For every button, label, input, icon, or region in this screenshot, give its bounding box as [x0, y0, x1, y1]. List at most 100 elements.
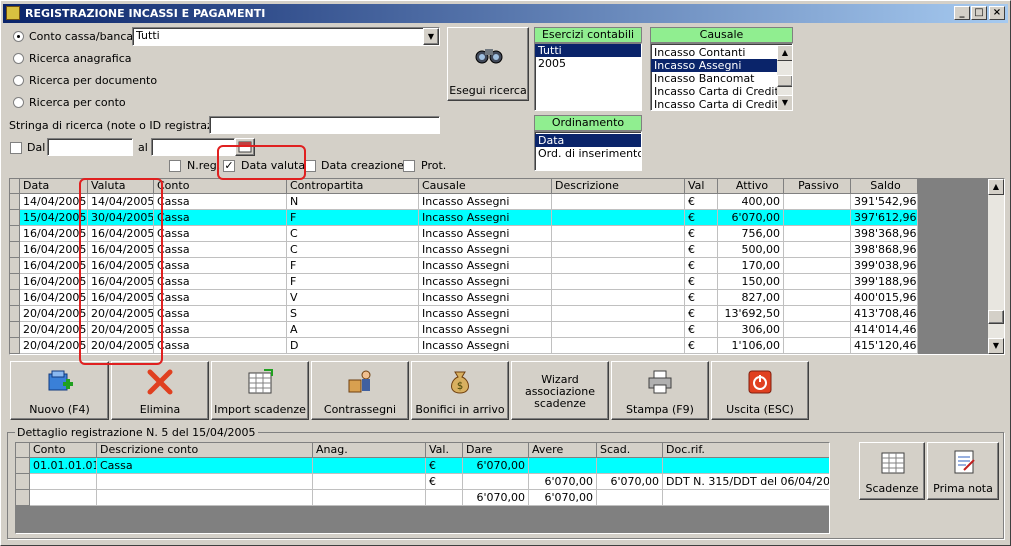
- detail-col-descrizione[interactable]: Descrizione conto: [97, 443, 313, 458]
- prot-checkbox[interactable]: [403, 160, 415, 172]
- detail-grid[interactable]: Conto Descrizione conto Anag. Val. Dare …: [15, 442, 830, 534]
- cell-contropartita[interactable]: V: [287, 290, 419, 306]
- detail-col-anag[interactable]: Anag.: [313, 443, 426, 458]
- cell-val[interactable]: €: [685, 322, 718, 338]
- dal-checkbox[interactable]: [10, 142, 22, 154]
- contrassegni-button[interactable]: Contrassegni: [311, 361, 409, 420]
- cell-anag[interactable]: [313, 458, 426, 474]
- cell-docrif[interactable]: DDT N. 315/DDT del 06/04/2005: [663, 474, 829, 490]
- radio-ricerca-documento[interactable]: [13, 75, 24, 86]
- cell-val[interactable]: €: [685, 290, 718, 306]
- row-indicator[interactable]: [10, 194, 20, 210]
- table-row[interactable]: 20/04/2005 20/04/2005 Cassa A Incasso Assegn…: [10, 322, 918, 338]
- cell-val[interactable]: €: [685, 194, 718, 210]
- detail-col-val[interactable]: Val.: [426, 443, 463, 458]
- cell-descrizione[interactable]: [552, 306, 685, 322]
- cell-avere[interactable]: 6'070,00: [529, 474, 597, 490]
- data-creazione-checkbox[interactable]: [304, 160, 316, 172]
- scroll-down-icon[interactable]: ▼: [988, 338, 1004, 354]
- table-row[interactable]: 01.01.01.01. Cassa €6'070,00: [16, 458, 829, 474]
- uscita-button[interactable]: Uscita (ESC): [711, 361, 809, 420]
- cell-avere[interactable]: 6'070,00: [529, 490, 597, 506]
- col-header-causale[interactable]: Causale: [419, 179, 552, 194]
- cell-causale[interactable]: Incasso Assegni: [419, 226, 552, 242]
- cell-saldo[interactable]: 398'868,96: [851, 242, 918, 258]
- cell-attivo[interactable]: 1'106,00: [718, 338, 784, 354]
- cell-val[interactable]: €: [685, 274, 718, 290]
- esegui-ricerca-button[interactable]: Esegui ricerca: [447, 27, 529, 101]
- table-row[interactable]: 16/04/2005 16/04/2005 Cassa C Incasso Assegn…: [10, 226, 918, 242]
- cell-val[interactable]: [426, 490, 463, 506]
- col-header-contropartita[interactable]: Contropartita: [287, 179, 419, 194]
- cell-causale[interactable]: Incasso Assegni: [419, 274, 552, 290]
- row-indicator[interactable]: [10, 210, 20, 226]
- row-indicator[interactable]: [10, 338, 20, 354]
- esercizi-item[interactable]: 2005: [535, 57, 641, 70]
- cell-saldo[interactable]: 414'014,46: [851, 322, 918, 338]
- detail-col-docrif[interactable]: Doc.rif.: [663, 443, 829, 458]
- cell-causale[interactable]: Incasso Assegni: [419, 306, 552, 322]
- cell-val[interactable]: €: [426, 474, 463, 490]
- cell-val[interactable]: €: [685, 306, 718, 322]
- cell-saldo[interactable]: 391'542,96: [851, 194, 918, 210]
- scroll-thumb[interactable]: [777, 75, 792, 87]
- col-header-data[interactable]: Data: [20, 179, 88, 194]
- cell-valuta[interactable]: 14/04/2005: [88, 194, 154, 210]
- cell-docrif[interactable]: [663, 490, 829, 506]
- conto-select[interactable]: Tutti ▼: [132, 27, 440, 46]
- data-valuta-checkbox[interactable]: ✓: [223, 160, 235, 172]
- detail-col-avere[interactable]: Avere: [529, 443, 597, 458]
- cell-causale[interactable]: Incasso Assegni: [419, 322, 552, 338]
- cell-passivo[interactable]: [784, 338, 851, 354]
- movimenti-grid[interactable]: Data Valuta Conto Contropartita Causale …: [9, 178, 1005, 355]
- scroll-thumb[interactable]: [988, 310, 1004, 324]
- grid-scrollbar[interactable]: ▲ ▼: [988, 179, 1004, 354]
- cell-saldo[interactable]: 400'015,96: [851, 290, 918, 306]
- cell-valuta[interactable]: 20/04/2005: [88, 322, 154, 338]
- cell-conto[interactable]: Cassa: [154, 274, 287, 290]
- ordinamento-item[interactable]: Data: [535, 134, 641, 147]
- cell-data[interactable]: 14/04/2005: [20, 194, 88, 210]
- cell-dare[interactable]: 6'070,00: [463, 458, 529, 474]
- cell-attivo[interactable]: 500,00: [718, 242, 784, 258]
- cell-val[interactable]: €: [685, 242, 718, 258]
- detail-col-conto[interactable]: Conto: [30, 443, 97, 458]
- row-indicator[interactable]: [10, 242, 20, 258]
- cell-valuta[interactable]: 20/04/2005: [88, 306, 154, 322]
- col-header-passivo[interactable]: Passivo: [784, 179, 851, 194]
- cell-data[interactable]: 16/04/2005: [20, 258, 88, 274]
- import-scadenze-button[interactable]: Import scadenze: [211, 361, 309, 420]
- cell-valuta[interactable]: 20/04/2005: [88, 338, 154, 354]
- esercizi-list[interactable]: Tutti 2005: [534, 43, 642, 111]
- causale-item[interactable]: Incasso Bancomat: [651, 72, 777, 85]
- row-indicator[interactable]: [10, 306, 20, 322]
- row-indicator[interactable]: [10, 226, 20, 242]
- cell-dare[interactable]: 6'070,00: [463, 490, 529, 506]
- cell-scad[interactable]: [597, 458, 663, 474]
- cell-causale[interactable]: Incasso Assegni: [419, 194, 552, 210]
- cell-val[interactable]: €: [685, 210, 718, 226]
- cell-attivo[interactable]: 306,00: [718, 322, 784, 338]
- cell-conto[interactable]: Cassa: [154, 322, 287, 338]
- wizard-button[interactable]: Wizard associazione scadenze: [511, 361, 609, 420]
- cell-anag[interactable]: [313, 474, 426, 490]
- cell-attivo[interactable]: 13'692,50: [718, 306, 784, 322]
- table-row[interactable]: 16/04/2005 16/04/2005 Cassa C Incasso Assegn…: [10, 242, 918, 258]
- cell-descrizione[interactable]: [97, 490, 313, 506]
- cell-passivo[interactable]: [784, 194, 851, 210]
- cell-valuta[interactable]: 16/04/2005: [88, 290, 154, 306]
- cell-saldo[interactable]: 398'368,96: [851, 226, 918, 242]
- cell-passivo[interactable]: [784, 290, 851, 306]
- radio-conto-cassa[interactable]: [13, 31, 24, 42]
- cell-saldo[interactable]: 397'612,96: [851, 210, 918, 226]
- cell-passivo[interactable]: [784, 226, 851, 242]
- cell-passivo[interactable]: [784, 258, 851, 274]
- table-row[interactable]: 16/04/2005 16/04/2005 Cassa F Incasso Assegn…: [10, 274, 918, 290]
- cell-causale[interactable]: Incasso Assegni: [419, 210, 552, 226]
- cell-attivo[interactable]: 756,00: [718, 226, 784, 242]
- cell-passivo[interactable]: [784, 322, 851, 338]
- cell-valuta[interactable]: 16/04/2005: [88, 226, 154, 242]
- cell-contropartita[interactable]: F: [287, 274, 419, 290]
- col-header-conto[interactable]: Conto: [154, 179, 287, 194]
- cell-attivo[interactable]: 170,00: [718, 258, 784, 274]
